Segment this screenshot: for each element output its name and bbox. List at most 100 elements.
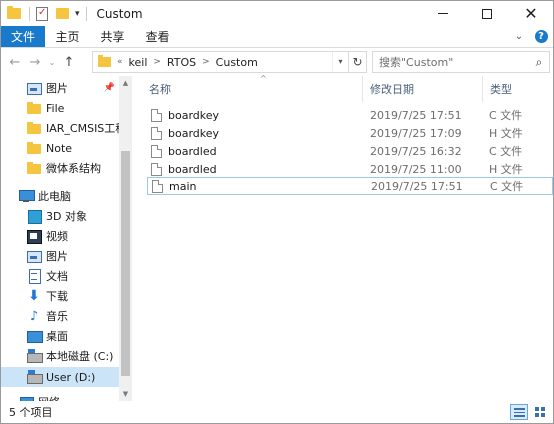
sidebar-item-note[interactable]: Note xyxy=(1,138,119,158)
sidebar-item-label: File xyxy=(46,101,65,115)
file-date: 2019/7/25 17:51 xyxy=(371,179,463,193)
folder-icon xyxy=(7,6,21,19)
close-icon: ✕ xyxy=(524,4,538,23)
sidebar-item-iar-cmsis[interactable]: IAR_CMSIS工程 xyxy=(1,118,119,138)
sidebar-item-network[interactable]: 网络 xyxy=(1,392,119,401)
drive-icon xyxy=(27,370,43,384)
recent-locations-button[interactable]: ⌄ xyxy=(45,50,59,74)
tab-view[interactable]: 查看 xyxy=(135,26,180,47)
sidebar-item-label: User (D:) xyxy=(46,370,96,384)
navigation-bar: ← → ⌄ ↑ « keil > RTOS > Custom ▾ ↻ ⌕ xyxy=(1,48,553,76)
picture-icon xyxy=(27,81,42,95)
sidebar-item-local-disk-c[interactable]: 本地磁盘 (C:) xyxy=(1,346,119,366)
sidebar-item-this-pc[interactable]: 此电脑 xyxy=(1,186,119,206)
breadcrumb-overflow[interactable]: « xyxy=(117,57,123,67)
navigation-pane: 图片 📌 File IAR_CMSIS工程 Note 微体系结构 此电脑 3D … xyxy=(1,76,133,401)
sidebar-item-music[interactable]: ♪ 音乐 xyxy=(1,306,119,326)
file-icon xyxy=(151,126,162,140)
large-icons-view-button[interactable] xyxy=(531,404,549,420)
help-icon: ? xyxy=(534,30,548,43)
sidebar-item-documents[interactable]: 文档 xyxy=(1,266,119,286)
sidebar-scroll-thumb[interactable] xyxy=(121,151,130,376)
minimize-button[interactable] xyxy=(421,1,465,26)
column-header-date[interactable]: 修改日期 xyxy=(362,76,482,102)
sidebar-item-pictures-pinned[interactable]: 图片 📌 xyxy=(1,78,119,98)
quick-access-toolbar: ▾ xyxy=(1,1,84,26)
arrow-left-icon: ← xyxy=(9,54,21,70)
sort-ascending-icon: ^ xyxy=(260,74,267,83)
details-view-icon xyxy=(513,407,525,417)
sidebar-item-microarchitecture[interactable]: 微体系结构 xyxy=(1,158,119,178)
picture-icon xyxy=(27,249,42,263)
large-icons-view-icon xyxy=(534,407,546,417)
sidebar-item-label: 图片 xyxy=(46,82,68,95)
details-view-button[interactable] xyxy=(510,404,528,420)
ribbon-tabs: 文件 主页 共享 查看 ⌄ ? xyxy=(1,26,553,48)
tab-share[interactable]: 共享 xyxy=(90,26,135,47)
sidebar-item-pictures[interactable]: 图片 xyxy=(1,246,119,266)
sidebar-item-desktop[interactable]: 桌面 xyxy=(1,326,119,346)
file-row[interactable]: boardled 2019/7/25 11:00 H 文件 xyxy=(147,160,553,178)
breadcrumb-separator-icon[interactable]: > xyxy=(153,57,161,67)
refresh-button[interactable]: ↻ xyxy=(348,52,366,72)
file-date: 2019/7/25 11:00 xyxy=(370,162,462,176)
tab-file[interactable]: 文件 xyxy=(1,26,45,47)
column-header-type[interactable]: 类型 xyxy=(482,76,553,102)
file-type: H 文件 xyxy=(489,127,523,140)
item-count: 5 个项目 xyxy=(9,406,53,419)
file-icon xyxy=(151,144,162,158)
search-box[interactable]: ⌕ xyxy=(372,51,550,73)
breadcrumb-rtos[interactable]: RTOS xyxy=(167,56,196,69)
help-button[interactable]: ? xyxy=(529,26,553,47)
file-name: boardled xyxy=(168,144,217,158)
breadcrumb-separator-icon[interactable]: > xyxy=(202,57,210,67)
address-bar[interactable]: « keil > RTOS > Custom ▾ ↻ xyxy=(92,51,367,73)
document-icon xyxy=(27,269,41,284)
scroll-down-button[interactable]: ▼ xyxy=(119,387,132,401)
window-controls: ✕ xyxy=(421,1,553,26)
close-button[interactable]: ✕ xyxy=(509,1,553,26)
pin-icon[interactable]: 📌 xyxy=(104,83,115,93)
column-header-name[interactable]: 名称 ^ xyxy=(142,74,362,102)
sidebar-item-label: 3D 对象 xyxy=(46,210,87,223)
file-icon xyxy=(151,162,162,176)
folder-icon xyxy=(27,101,41,115)
status-bar: 5 个项目 xyxy=(1,401,553,423)
file-name: boardled xyxy=(168,162,217,176)
breadcrumb-custom[interactable]: Custom xyxy=(216,56,258,69)
forward-button[interactable]: → xyxy=(25,50,45,74)
view-toggle xyxy=(507,404,549,420)
search-input[interactable] xyxy=(373,53,529,71)
file-type: C 文件 xyxy=(489,145,523,158)
expand-ribbon-button[interactable]: ⌄ xyxy=(509,26,529,47)
file-explorer-window: ▾ Custom ✕ 文件 主页 共享 查看 ⌄ ? ← → ⌄ ↑ « kei… xyxy=(0,0,554,424)
back-button[interactable]: ← xyxy=(5,50,25,74)
sidebar-item-videos[interactable]: 视频 xyxy=(1,226,119,246)
scroll-up-button[interactable]: ▲ xyxy=(119,76,132,90)
tab-home[interactable]: 主页 xyxy=(45,26,90,47)
new-folder-icon[interactable] xyxy=(56,8,69,19)
file-row[interactable]: boardled 2019/7/25 16:32 C 文件 xyxy=(147,142,553,160)
customize-toolbar-icon[interactable]: ▾ xyxy=(75,9,80,19)
breadcrumb-keil[interactable]: keil xyxy=(129,56,148,69)
chevron-down-icon: ⌄ xyxy=(48,57,56,67)
sidebar-item-3d-objects[interactable]: 3D 对象 xyxy=(1,206,119,226)
chevron-up-icon: ▲ xyxy=(122,79,129,87)
download-icon: ⬇ xyxy=(28,288,40,304)
desktop-icon xyxy=(27,329,43,343)
maximize-button[interactable] xyxy=(465,1,509,26)
sidebar-item-label: 图片 xyxy=(46,250,68,263)
properties-icon[interactable] xyxy=(36,6,48,21)
up-button[interactable]: ↑ xyxy=(59,50,79,74)
sidebar-item-user-d[interactable]: User (D:) xyxy=(1,367,119,387)
file-row[interactable]: boardkey 2019/7/25 17:09 H 文件 xyxy=(147,124,553,142)
sidebar-item-label: 音乐 xyxy=(46,310,68,323)
file-row[interactable]: main 2019/7/25 17:51 C 文件 xyxy=(147,177,553,195)
file-row[interactable]: boardkey 2019/7/25 17:51 C 文件 xyxy=(147,106,553,124)
address-history-button[interactable]: ▾ xyxy=(332,52,348,72)
maximize-icon xyxy=(482,8,492,19)
sidebar-item-downloads[interactable]: ⬇ 下载 xyxy=(1,286,119,306)
3d-objects-icon xyxy=(27,209,41,223)
folder-icon xyxy=(98,55,111,67)
sidebar-item-file[interactable]: File xyxy=(1,98,119,118)
